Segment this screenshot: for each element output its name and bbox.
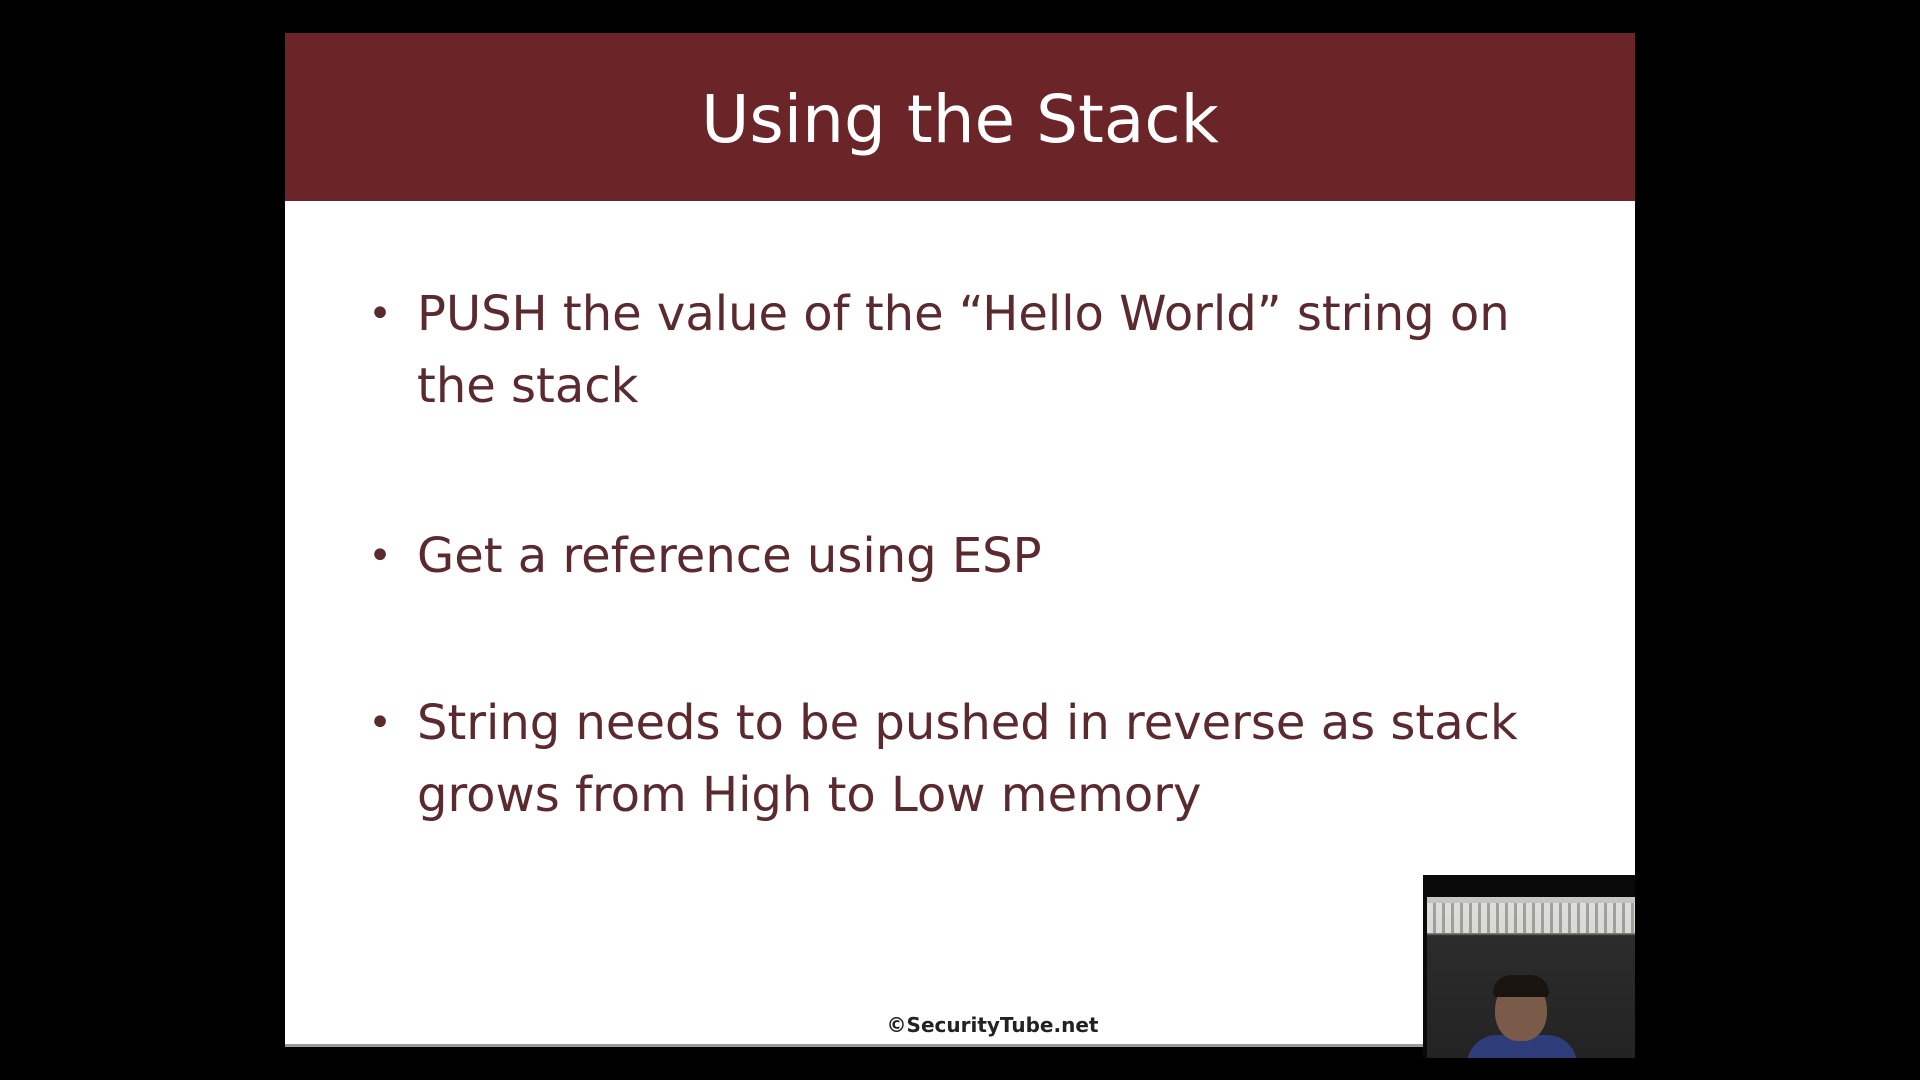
presenter-hair: [1493, 975, 1549, 997]
bullet-item: • PUSH the value of the “Hello World” st…: [365, 278, 1595, 422]
slide-title: Using the Stack: [701, 80, 1219, 158]
bullet-icon: •: [368, 291, 392, 337]
bullet-icon: •: [368, 533, 392, 579]
webcam-feed: [1427, 897, 1635, 1058]
bullet-text: String needs to be pushed in reverse as …: [417, 695, 1518, 823]
bullet-icon: •: [368, 700, 392, 746]
bullet-text: Get a reference using ESP: [417, 528, 1042, 584]
bullet-item: • Get a reference using ESP: [365, 520, 1595, 592]
slide-title-bar: Using the Stack: [285, 33, 1635, 201]
bullet-item: • String needs to be pushed in reverse a…: [365, 687, 1595, 831]
bullet-text: PUSH the value of the “Hello World” stri…: [417, 286, 1510, 414]
video-frame: Using the Stack • PUSH the value of the …: [0, 0, 1920, 1080]
bullet-list: • PUSH the value of the “Hello World” st…: [365, 278, 1595, 831]
webcam-background: [1427, 903, 1635, 933]
presenter-webcam-overlay: [1423, 875, 1635, 1058]
